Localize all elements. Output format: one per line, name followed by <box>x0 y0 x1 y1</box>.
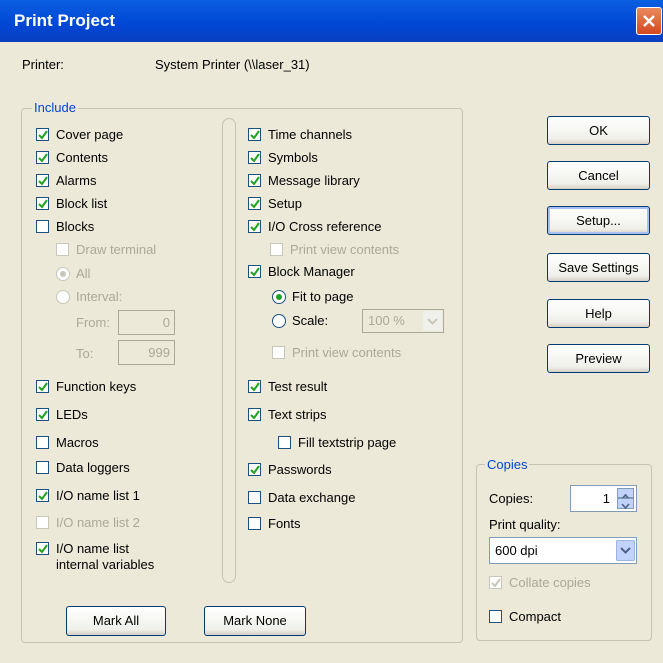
window-title: Print Project <box>14 11 116 30</box>
include-label: Data exchange <box>268 490 356 505</box>
check-icon <box>250 153 260 163</box>
chevron-down-icon <box>423 311 442 331</box>
printer-label: Printer: <box>22 57 64 72</box>
to-label: To: <box>76 346 94 361</box>
check-icon <box>38 153 48 163</box>
save-settings-button[interactable]: Save Settings <box>547 253 650 282</box>
include-label-line2: internal variables <box>56 557 155 572</box>
print-quality-label: Print quality: <box>489 517 561 532</box>
print-quality-select[interactable]: 600 dpi <box>489 537 637 564</box>
chevron-down-icon[interactable] <box>617 498 634 510</box>
collate-copies-label: Collate copies <box>509 575 591 590</box>
include-group-title: Include <box>32 100 78 115</box>
block-manager-label: Block Manager <box>268 264 355 279</box>
check-icon <box>38 491 48 501</box>
check-icon <box>250 176 260 186</box>
check-icon <box>38 410 48 420</box>
fill-textstrip-label: Fill textstrip page <box>298 435 397 450</box>
print-project-dialog: Print Project Printer: System Printer (\… <box>0 0 663 663</box>
fit-to-page-label: Fit to page <box>292 289 354 304</box>
check-icon <box>250 382 260 392</box>
column-separator <box>222 118 236 583</box>
copies-value: 1 <box>602 491 610 506</box>
scale-label: Scale: <box>292 313 329 328</box>
include-label: Fonts <box>268 516 301 531</box>
copies-stepper[interactable]: 1 <box>570 485 637 512</box>
chevron-down-icon <box>616 540 635 561</box>
include-label: Macros <box>56 435 99 450</box>
scale-select[interactable]: 100 % <box>362 309 444 333</box>
include-label: I/O name list <box>56 541 129 556</box>
include-label: I/O name list 1 <box>56 488 140 503</box>
check-icon <box>250 199 260 209</box>
check-icon <box>38 130 48 140</box>
include-label: Cover page <box>56 127 124 142</box>
title-bar[interactable]: Print Project <box>0 0 663 42</box>
check-icon <box>250 222 260 232</box>
all-label: All <box>76 266 91 281</box>
include-label: Symbols <box>268 150 318 165</box>
check-icon <box>491 578 501 588</box>
include-label: I/O name list 2 <box>56 515 140 530</box>
from-label: From: <box>76 315 110 330</box>
draw-terminal-label: Draw terminal <box>76 242 157 257</box>
include-label: Contents <box>56 150 109 165</box>
include-label: Test result <box>268 379 328 394</box>
include-label: Setup <box>268 196 302 211</box>
copies-group-title: Copies <box>485 457 530 472</box>
scale-value: 100 % <box>368 313 405 328</box>
include-label: Block list <box>56 196 108 211</box>
interval-label: Interval: <box>76 289 123 304</box>
check-icon <box>250 465 260 475</box>
mark-all-button[interactable]: Mark All <box>66 606 166 636</box>
check-icon <box>38 382 48 392</box>
ok-button[interactable]: OK <box>547 116 650 145</box>
check-icon <box>38 544 48 554</box>
include-label: Message library <box>268 173 360 188</box>
chevron-up-icon[interactable] <box>617 488 634 500</box>
copies-label: Copies: <box>489 491 534 506</box>
check-icon <box>250 267 260 277</box>
close-button[interactable] <box>636 7 662 35</box>
setup-button[interactable]: Setup... <box>547 206 650 235</box>
preview-button[interactable]: Preview <box>547 344 650 373</box>
include-label: Time channels <box>268 127 353 142</box>
mark-none-button[interactable]: Mark None <box>204 606 306 636</box>
check-icon <box>38 199 48 209</box>
print-quality-value: 600 dpi <box>495 543 538 558</box>
close-icon <box>643 15 655 27</box>
include-label: I/O Cross reference <box>268 219 382 234</box>
check-icon <box>250 130 260 140</box>
include-label: Text strips <box>268 407 327 422</box>
compact-label: Compact <box>509 609 562 624</box>
print-view-contents-1-label: Print view contents <box>290 242 400 257</box>
help-button[interactable]: Help <box>547 299 650 328</box>
to-field[interactable]: 999 <box>118 340 175 365</box>
include-label: LEDs <box>56 407 88 422</box>
include-label: Data loggers <box>56 460 130 475</box>
include-label: Blocks <box>56 219 95 234</box>
cancel-button[interactable]: Cancel <box>547 161 650 190</box>
include-label: Function keys <box>56 379 137 394</box>
from-field[interactable]: 0 <box>118 310 175 335</box>
check-icon <box>38 176 48 186</box>
include-label: Alarms <box>56 173 97 188</box>
include-label: Passwords <box>268 462 332 477</box>
print-view-contents-2-label: Print view contents <box>292 345 402 360</box>
printer-value: System Printer (\\laser_31) <box>155 57 310 72</box>
check-icon <box>250 410 260 420</box>
